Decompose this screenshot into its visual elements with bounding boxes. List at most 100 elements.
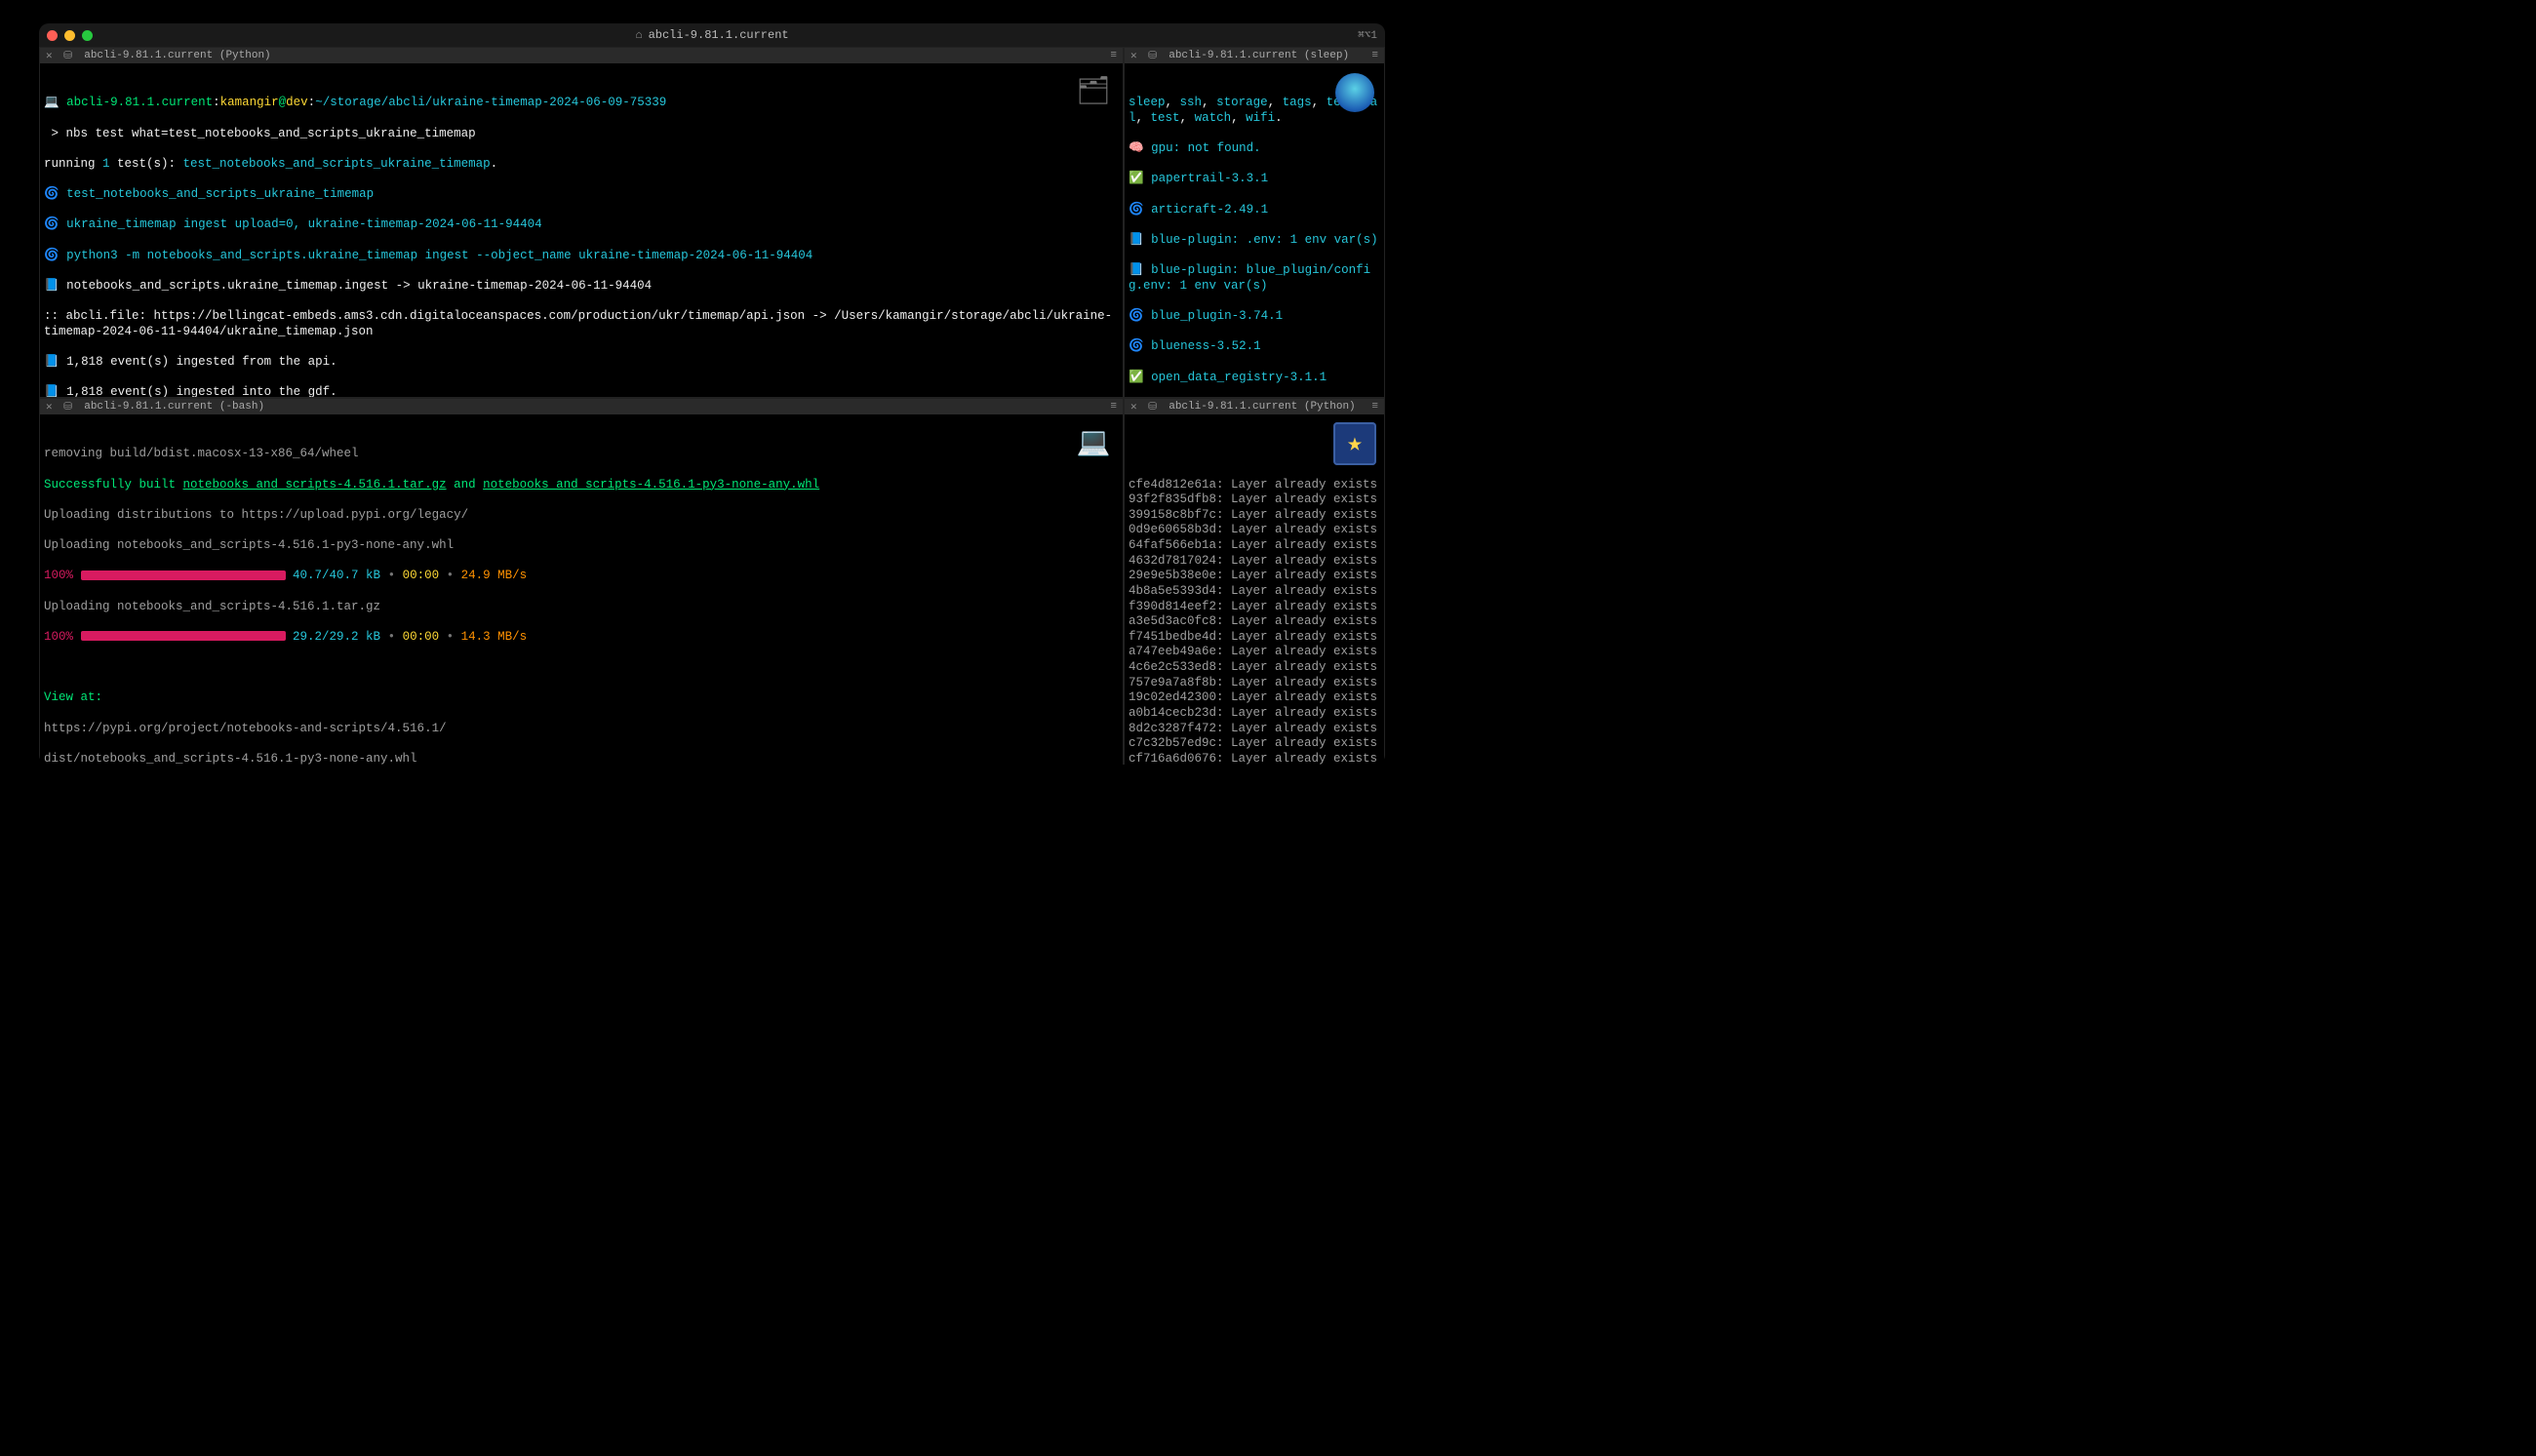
prompt-machine: dev — [286, 96, 308, 109]
close-pane-icon[interactable]: ✕ — [1130, 400, 1140, 413]
pane-tab-header: ✕ ⛁ abcli-9.81.1.current (Python) ≡ — [40, 48, 1123, 63]
sep: • — [439, 630, 461, 644]
status-line: gpu: not found. — [1151, 141, 1261, 155]
terminal-output[interactable]: sleep, ssh, storage, tags, terminal, tes… — [1125, 63, 1384, 397]
drive-icon: ⛁ — [1148, 49, 1157, 62]
layer-line: 19c02ed42300: Layer already exists — [1129, 690, 1380, 706]
status-line: articraft-2.49.1 — [1151, 203, 1268, 216]
sep: • — [380, 630, 403, 644]
status-line: blue_plugin-3.74.1 — [1151, 309, 1283, 323]
log-line: notebooks_and_scripts.ukraine_timemap.in… — [66, 279, 652, 293]
layer-line: 757e9a7a8f8b: Layer already exists — [1129, 676, 1380, 691]
terminal-output[interactable]: 💻 removing build/bdist.macosx-13-x86_64/… — [40, 414, 1123, 765]
test-step: ukraine_timemap ingest upload=0, ukraine… — [66, 217, 542, 231]
minimize-window-button[interactable] — [64, 30, 75, 41]
book-icon: 📘 — [44, 279, 66, 293]
gear-icon: 🌀 — [44, 187, 66, 201]
keyword: watch — [1195, 111, 1232, 125]
progress-bar — [81, 631, 286, 641]
sep: , — [1180, 111, 1195, 125]
close-pane-icon[interactable]: ✕ — [1130, 49, 1140, 62]
upload-rate: 14.3 MB/s — [461, 630, 528, 644]
pane-menu-icon[interactable]: ≡ — [1110, 401, 1117, 413]
pane-top-left[interactable]: ✕ ⛁ abcli-9.81.1.current (Python) ≡ 🗂 💻 … — [39, 47, 1124, 398]
layer-line: 64faf566eb1a: Layer already exists — [1129, 538, 1380, 554]
layer-line: 29e9e5b38e0e: Layer already exists — [1129, 569, 1380, 584]
period: . — [491, 157, 498, 171]
log-line: 1,818 event(s) ingested into the gdf. — [66, 385, 337, 397]
log-line: Uploading notebooks_and_scripts-4.516.1-… — [44, 538, 1119, 554]
pane-menu-icon[interactable]: ≡ — [1110, 50, 1117, 61]
pane-title: abcli-9.81.1.current (Python) — [84, 50, 270, 61]
pane-tab-header: ✕ ⛁ abcli-9.81.1.current (-bash) ≡ — [40, 399, 1123, 414]
book-icon: 📘 — [44, 385, 66, 397]
sep: , — [1312, 96, 1327, 109]
gear-icon: 🌀 — [44, 217, 66, 231]
gear-icon: 🌀 — [1129, 203, 1151, 216]
laptop-icon: 💻 — [1072, 422, 1115, 465]
sep: , — [1166, 96, 1180, 109]
artifact-name: notebooks_and_scripts-4.516.1.tar.gz — [183, 478, 447, 492]
period: . — [1275, 111, 1283, 125]
terminal-output[interactable]: 🗂 💻 abcli-9.81.1.current:kamangir@dev:~/… — [40, 63, 1123, 397]
upload-time: 00:00 — [403, 630, 440, 644]
status-line: open_data_registry-3.1.1 — [1151, 371, 1327, 384]
layer-line: cf716a6d0676: Layer already exists — [1129, 752, 1380, 765]
book-icon: 📘 — [1129, 263, 1151, 277]
layer-line: a3e5d3ac0fc8: Layer already exists — [1129, 614, 1380, 630]
pane-bottom-right[interactable]: ✕ ⛁ abcli-9.81.1.current (Python) ≡ cfe4… — [1124, 398, 1385, 765]
sep: , — [1136, 111, 1151, 125]
test-step: test_notebooks_and_scripts_ukraine_timem… — [66, 187, 374, 201]
zoom-window-button[interactable] — [82, 30, 93, 41]
cmdline-prefix: > — [44, 127, 66, 140]
test-name: test_notebooks_and_scripts_ukraine_timem… — [183, 157, 491, 171]
sep: , — [1202, 96, 1216, 109]
panes-grid: ✕ ⛁ abcli-9.81.1.current (Python) ≡ 🗂 💻 … — [39, 47, 1385, 765]
terminal-output[interactable]: cfe4d812e61a: Layer already exists93f2f8… — [1125, 414, 1384, 765]
pane-menu-icon[interactable]: ≡ — [1371, 50, 1378, 61]
keyword: storage — [1216, 96, 1268, 109]
status-line: blue-plugin: .env: 1 env var(s) — [1151, 233, 1378, 247]
gear-icon: 🌀 — [1129, 339, 1151, 353]
pane-top-right[interactable]: ✕ ⛁ abcli-9.81.1.current (sleep) ≡ sleep… — [1124, 47, 1385, 398]
prompt-path: ~/storage/abcli/ukraine-timemap-2024-06-… — [315, 96, 666, 109]
log-line: Uploading distributions to https://uploa… — [44, 508, 1119, 524]
window-title: ⌂ abcli-9.81.1.current — [39, 28, 1385, 42]
close-window-button[interactable] — [47, 30, 58, 41]
drive-icon: ⛁ — [63, 49, 72, 62]
log-line: dist/notebooks_and_scripts-4.516.1-py3-n… — [44, 752, 1119, 765]
check-icon: ✅ — [1129, 172, 1151, 185]
check-icon: ✅ — [1129, 371, 1151, 384]
layer-line: 4632d7817024: Layer already exists — [1129, 554, 1380, 570]
window-titlebar: ⌂ abcli-9.81.1.current ⌘⌥1 — [39, 23, 1385, 47]
star-icon — [1333, 422, 1376, 465]
window-title-text: abcli-9.81.1.current — [649, 28, 789, 42]
status-line: blueness-3.52.1 — [1151, 339, 1261, 353]
drive-icon: ⛁ — [63, 400, 72, 413]
window-traffic-lights — [47, 30, 93, 41]
pane-title: abcli-9.81.1.current (sleep) — [1169, 50, 1349, 61]
close-pane-icon[interactable]: ✕ — [46, 400, 56, 413]
window-shortcut-hint: ⌘⌥1 — [1358, 28, 1377, 42]
status-line: papertrail-3.3.1 — [1151, 172, 1268, 185]
gear-icon: 🌀 — [1129, 309, 1151, 323]
keyword: test — [1151, 111, 1180, 125]
folder-icon: 🗂 — [1072, 71, 1115, 114]
keyword: wifi — [1246, 111, 1275, 125]
sep: , — [1268, 96, 1283, 109]
progress-pct: 100% — [44, 630, 73, 644]
cmdline-text: nbs test what=test_notebooks_and_scripts… — [66, 127, 476, 140]
pane-bottom-left[interactable]: ✕ ⛁ abcli-9.81.1.current (-bash) ≡ 💻 rem… — [39, 398, 1124, 765]
layer-line: a0b14cecb23d: Layer already exists — [1129, 706, 1380, 722]
artifact-name: notebooks_and_scripts-4.516.1-py3-none-a… — [483, 478, 819, 492]
laptop-icon: 💻 — [44, 96, 66, 109]
close-pane-icon[interactable]: ✕ — [46, 49, 56, 62]
layer-line: f390d814eef2: Layer already exists — [1129, 600, 1380, 615]
drive-icon: ⛁ — [1148, 400, 1157, 413]
brain-icon: 🧠 — [1129, 141, 1151, 155]
layer-line: f7451bedbe4d: Layer already exists — [1129, 630, 1380, 646]
upload-rate: 24.9 MB/s — [461, 569, 528, 582]
log-line: removing build/bdist.macosx-13-x86_64/wh… — [44, 447, 1119, 462]
upload-size: 40.7/40.7 kB — [286, 569, 381, 582]
pane-menu-icon[interactable]: ≡ — [1371, 401, 1378, 413]
